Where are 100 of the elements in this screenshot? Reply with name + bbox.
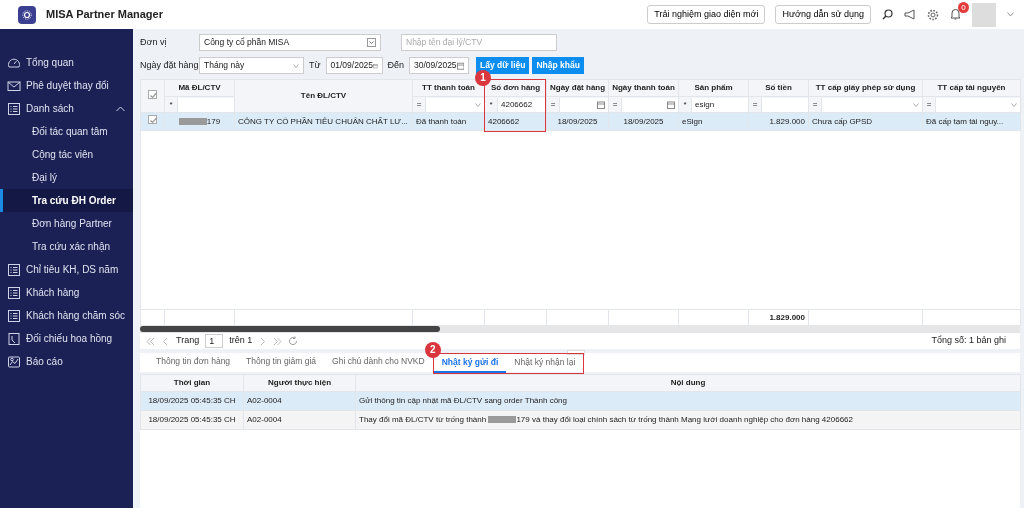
app-title: MISA Partner Manager: [46, 7, 163, 23]
settings-icon[interactable]: [927, 8, 939, 21]
header-button[interactable]: Hướng dẫn sử dụng: [775, 5, 871, 24]
filter-operator[interactable]: =: [923, 98, 935, 111]
sidebar-item[interactable]: Đối chiếu hoa hồng: [0, 327, 133, 350]
sidebar-item[interactable]: Báo cáo: [0, 350, 133, 373]
calendar-icon: [456, 61, 465, 70]
column-header: TT cấp giấy phép sử dụng: [808, 79, 923, 97]
filter-field[interactable]: [177, 97, 234, 112]
page-count: trên 1: [229, 334, 253, 348]
sidebar-label: Báo cáo: [26, 355, 63, 369]
column-header: Tên ĐL/CTV: [234, 79, 413, 113]
sidebar-label: Phê duyệt thay đổi: [26, 79, 109, 93]
sidebar-label: Khách hàng: [26, 286, 80, 300]
caret-icon: [293, 63, 299, 68]
period-select[interactable]: Tháng này: [199, 57, 304, 74]
filter-operator[interactable]: =: [809, 98, 821, 111]
clock-icon: [7, 331, 21, 346]
filter-operator[interactable]: =: [547, 98, 559, 111]
sidebar-subitem[interactable]: Đại lý: [0, 166, 133, 189]
dropdown-icon: [367, 38, 376, 47]
from-label: Từ: [309, 58, 321, 72]
to-date-field[interactable]: 30/09/2025: [409, 57, 470, 74]
list-icon: [7, 101, 21, 116]
column-header: Ngày thanh toán: [608, 79, 679, 97]
column-header: Sản phẩm: [678, 79, 749, 97]
page-field[interactable]: 1: [205, 334, 224, 348]
checkbox[interactable]: [148, 89, 157, 99]
sidebar-item[interactable]: Khách hàng chăm sóc: [0, 304, 133, 327]
checkbox[interactable]: [148, 115, 157, 124]
search-icon[interactable]: [882, 9, 893, 20]
tab[interactable]: Thông tin giảm giá: [238, 355, 325, 372]
log-message: Thay đổi mã ĐL/CTV từ trống thành: [359, 415, 488, 424]
caret-icon: [913, 102, 919, 107]
header-button[interactable]: Trải nghiệm giao diện mới: [647, 5, 766, 24]
unit-label: Đơn vị: [140, 35, 168, 49]
column-header: Mã ĐL/CTV: [164, 79, 235, 97]
sidebar-subitem[interactable]: Cộng tác viên: [0, 143, 133, 166]
caret-icon: [475, 102, 481, 107]
filter-field[interactable]: [559, 97, 608, 112]
filter-field[interactable]: [621, 97, 678, 112]
list-icon: [7, 262, 21, 277]
filter-operator[interactable]: =: [609, 98, 621, 111]
column-header: Ngày đặt hàng: [546, 79, 609, 97]
calendar-icon: [667, 100, 675, 109]
sidebar-label: Đối chiếu hoa hồng: [26, 332, 113, 346]
highlight-frame: [484, 79, 546, 132]
chart-icon: [7, 354, 21, 369]
unit-select[interactable]: Công ty cổ phần MISA: [199, 34, 381, 51]
table-cell: 179: [206, 116, 221, 126]
sidebar-subitem[interactable]: Đơn hàng Partner: [0, 212, 133, 235]
bell-icon[interactable]: [950, 8, 961, 21]
filter-field[interactable]: 4206662: [497, 97, 546, 112]
scrollbar-thumb[interactable]: [140, 326, 440, 332]
filter-operator[interactable]: *: [485, 98, 497, 111]
column-header: Thời gian: [140, 374, 244, 392]
filter-field[interactable]: [425, 97, 484, 112]
list-icon: [7, 285, 21, 300]
sidebar-item[interactable]: Khách hàng: [0, 281, 133, 304]
callout-badge: 1: [475, 70, 491, 86]
filter-field[interactable]: [821, 97, 922, 112]
filter-operator[interactable]: =: [749, 98, 761, 111]
caret-icon: [1011, 102, 1017, 107]
megaphone-icon[interactable]: [904, 9, 916, 20]
sidebar-label: Khách hàng chăm sóc: [26, 309, 125, 323]
to-label: Đến: [387, 58, 405, 72]
sidebar-label: Tổng quan: [26, 56, 74, 70]
column-header: Số tiền: [748, 79, 809, 97]
sidebar-item[interactable]: Danh sách: [0, 97, 133, 120]
sidebar-item[interactable]: Chỉ tiêu KH, DS năm: [0, 258, 133, 281]
from-date-field[interactable]: 01/09/2025: [325, 57, 383, 74]
last-page-icon[interactable]: [273, 336, 283, 346]
filter-operator[interactable]: *: [679, 98, 691, 111]
caret-icon[interactable]: [1007, 12, 1014, 17]
filter-operator[interactable]: *: [165, 98, 177, 111]
filter-field[interactable]: [935, 97, 1020, 112]
calendar-icon: [373, 61, 378, 70]
tab[interactable]: Thông tin đơn hàng: [148, 355, 239, 372]
sidebar-subitem[interactable]: Đối tác quan tâm: [0, 120, 133, 143]
tab[interactable]: Nhật ký gửi đi: [433, 356, 507, 373]
calendar-icon: [597, 100, 605, 109]
column-header: Nội dung: [355, 374, 1021, 392]
date-label: Ngày đặt hàng: [140, 58, 199, 72]
sidebar-item[interactable]: Tổng quan: [0, 51, 133, 74]
previous-page-icon[interactable]: [161, 336, 170, 346]
log-message: 179 và thay đổi loại chính sách từ trống thành Mạng lưới doanh nghiệp cho đơn hàng 4206662: [516, 415, 853, 424]
tab[interactable]: Nhật ký nhận lại: [506, 356, 584, 373]
filter-field[interactable]: esign: [691, 97, 748, 112]
sidebar-item[interactable]: Phê duyệt thay đổi: [0, 74, 133, 97]
column-header: Người thực hiện: [243, 374, 356, 392]
filter-operator[interactable]: =: [413, 98, 425, 111]
refresh-icon[interactable]: [288, 336, 299, 346]
notification-count: 0: [958, 1, 969, 13]
sidebar-subitem[interactable]: Tra cứu ĐH Order: [0, 189, 133, 212]
next-page-icon[interactable]: [258, 336, 268, 346]
first-page-icon[interactable]: [146, 336, 155, 346]
chevron-icon[interactable]: [116, 105, 125, 112]
sidebar-subitem[interactable]: Tra cứu xác nhận: [0, 235, 133, 258]
avatar[interactable]: [972, 2, 996, 27]
filter-field[interactable]: [761, 97, 808, 112]
